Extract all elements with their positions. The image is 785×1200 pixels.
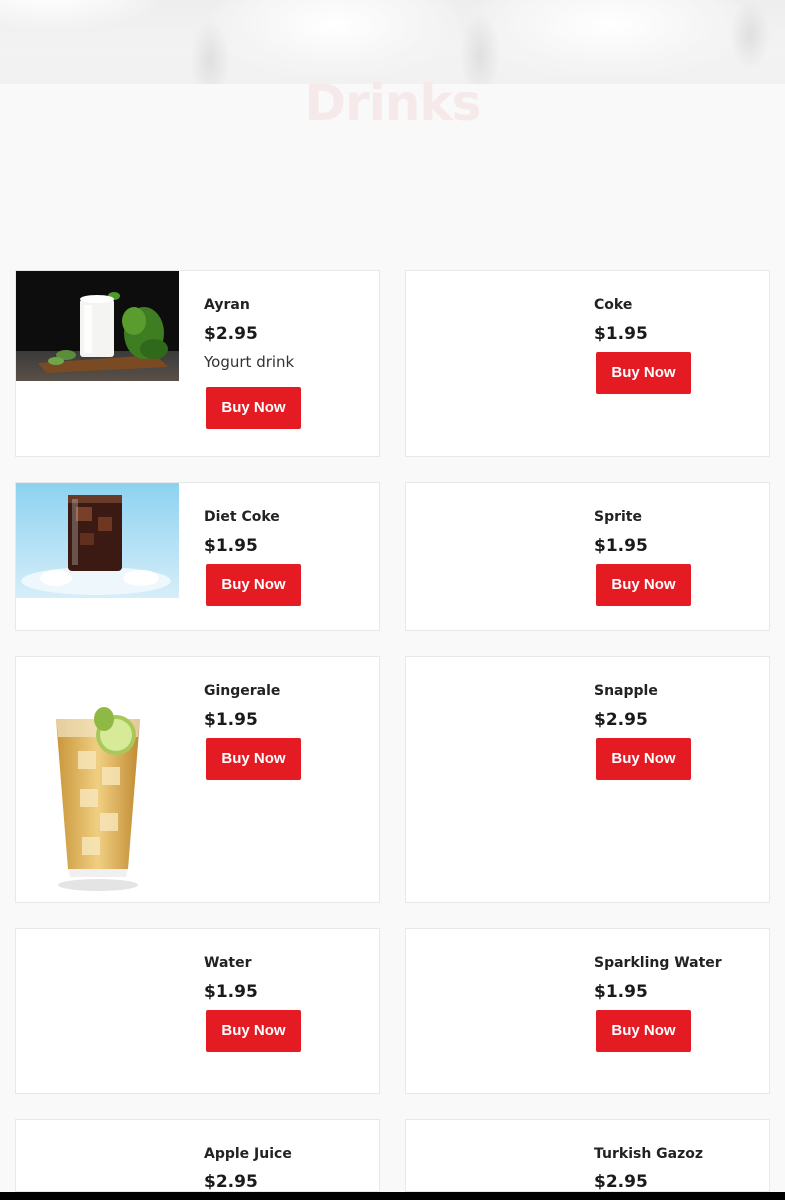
buy-now-button[interactable]: Buy Now xyxy=(596,564,691,606)
product-card-ayran: Ayran $2.95 Yogurt drink Buy Now xyxy=(15,270,380,457)
bottom-bar xyxy=(0,1192,785,1200)
product-name: Turkish Gazoz xyxy=(594,1146,704,1162)
product-card-snapple: Snapple $2.95 Buy Now xyxy=(405,656,770,903)
product-card-sprite: Sprite $1.95 Buy Now xyxy=(405,482,770,631)
product-price: $1.95 xyxy=(204,710,258,730)
product-card-water: Water $1.95 Buy Now xyxy=(15,928,380,1094)
product-price: $2.95 xyxy=(594,1172,648,1192)
buy-now-button[interactable]: Buy Now xyxy=(596,1010,691,1052)
product-card-sparkling-water: Sparkling Water $1.95 Buy Now xyxy=(405,928,770,1094)
product-price: $1.95 xyxy=(594,324,648,344)
buy-now-button[interactable]: Buy Now xyxy=(206,387,301,429)
page-title: Drinks xyxy=(304,74,482,132)
product-card-coke: Coke $1.95 Buy Now xyxy=(405,270,770,457)
ayran-image xyxy=(16,271,179,381)
product-name: Gingerale xyxy=(204,683,281,699)
gingerale-image xyxy=(16,657,179,902)
product-card-apple-juice: Apple Juice $2.95 xyxy=(15,1119,380,1192)
buy-now-button[interactable]: Buy Now xyxy=(206,564,301,606)
product-name: Diet Coke xyxy=(204,509,280,525)
buy-now-button[interactable]: Buy Now xyxy=(206,738,301,780)
product-name: Ayran xyxy=(204,297,250,313)
diet-coke-image xyxy=(16,483,179,598)
buy-now-button[interactable]: Buy Now xyxy=(596,352,691,394)
product-name: Sparkling Water xyxy=(594,955,722,971)
product-name: Coke xyxy=(594,297,633,313)
product-description: Yogurt drink xyxy=(204,353,295,371)
product-price: $1.95 xyxy=(594,536,648,556)
product-price: $1.95 xyxy=(594,982,648,1002)
product-card-turkish-gazoz: Turkish Gazoz $2.95 xyxy=(405,1119,770,1192)
product-price: $1.95 xyxy=(204,536,258,556)
product-name: Apple Juice xyxy=(204,1146,292,1162)
product-card-gingerale: Gingerale $1.95 Buy Now xyxy=(15,656,380,903)
product-name: Snapple xyxy=(594,683,658,699)
product-name: Sprite xyxy=(594,509,642,525)
product-price: $2.95 xyxy=(204,1172,258,1192)
product-price: $2.95 xyxy=(594,710,648,730)
product-card-diet-coke: Diet Coke $1.95 Buy Now xyxy=(15,482,380,631)
product-price: $2.95 xyxy=(204,324,258,344)
buy-now-button[interactable]: Buy Now xyxy=(596,738,691,780)
hero-banner xyxy=(0,0,785,84)
product-name: Water xyxy=(204,955,252,971)
buy-now-button[interactable]: Buy Now xyxy=(206,1010,301,1052)
product-price: $1.95 xyxy=(204,982,258,1002)
